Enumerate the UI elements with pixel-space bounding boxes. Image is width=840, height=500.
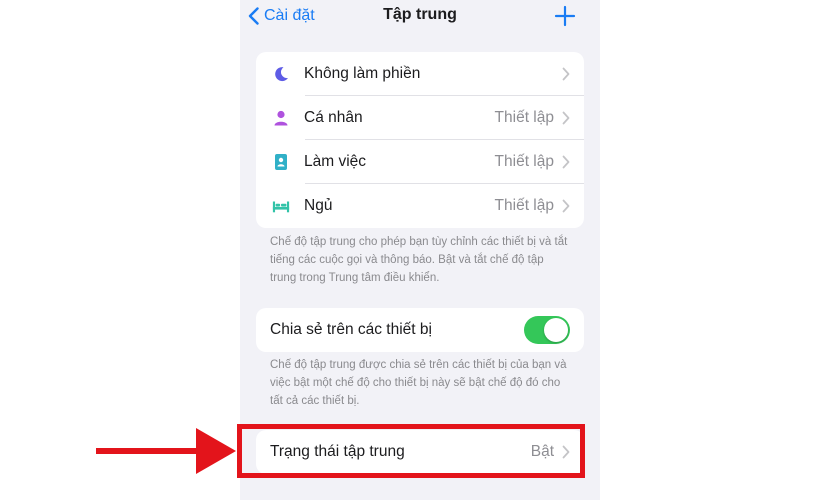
- id-badge-icon: [272, 153, 290, 171]
- focus-mode-value: Thiết lập: [494, 197, 554, 214]
- bed-icon: [272, 197, 290, 215]
- page-title: Tập trung: [383, 6, 457, 23]
- share-footnote: Chế độ tập trung được chia sẻ trên các t…: [270, 359, 567, 407]
- focus-mode-label: Không làm phiền: [304, 65, 421, 82]
- focus-footnote: Chế độ tập trung cho phép bạn tùy chỉnh …: [270, 236, 568, 284]
- focus-modes-list: Không làm phiền Cá nhân Thiết lập Làm vi…: [256, 52, 584, 228]
- focus-mode-sleep[interactable]: Ngủ Thiết lập: [256, 184, 584, 228]
- person-icon: [272, 109, 290, 127]
- chevron-right-icon: [562, 199, 570, 213]
- focus-mode-label: Cá nhân: [304, 109, 363, 126]
- navigation-bar: Cài đặt Tập trung: [240, 0, 600, 34]
- chevron-right-icon: [562, 111, 570, 125]
- focus-mode-value: Thiết lập: [494, 109, 554, 126]
- share-across-devices-row: Chia sẻ trên các thiết bị: [256, 308, 584, 352]
- focus-mode-do-not-disturb[interactable]: Không làm phiền: [256, 52, 584, 96]
- focus-mode-work[interactable]: Làm việc Thiết lập: [256, 140, 584, 184]
- chevron-right-icon: [562, 155, 570, 169]
- moon-icon: [272, 65, 290, 83]
- share-label: Chia sẻ trên các thiết bị: [270, 321, 432, 338]
- toggle-knob: [544, 318, 568, 342]
- focus-mode-personal[interactable]: Cá nhân Thiết lập: [256, 96, 584, 140]
- add-icon[interactable]: [554, 5, 576, 27]
- share-toggle[interactable]: [524, 316, 570, 344]
- red-arrow-icon: [96, 428, 236, 474]
- focus-mode-label: Làm việc: [304, 153, 367, 170]
- focus-mode-label: Ngủ: [304, 197, 333, 214]
- share-across-devices-group: Chia sẻ trên các thiết bị: [256, 308, 584, 352]
- highlight-box: [237, 424, 585, 478]
- focus-mode-value: Thiết lập: [494, 153, 554, 170]
- chevron-right-icon: [562, 67, 570, 81]
